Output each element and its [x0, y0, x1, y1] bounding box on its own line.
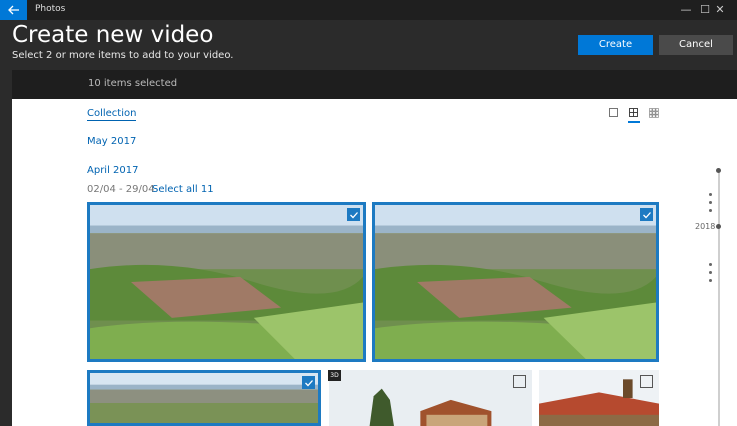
tab-collection[interactable]: Collection — [87, 108, 137, 121]
photo-tile[interactable] — [539, 370, 659, 426]
back-button[interactable] — [0, 0, 27, 20]
timeline-marker — [709, 279, 712, 282]
checkbox-unselected[interactable] — [513, 375, 526, 388]
photo-tile[interactable] — [87, 202, 366, 362]
page-title: Create new video — [12, 22, 214, 48]
timeline-marker — [709, 271, 712, 274]
small-grid-view-icon[interactable] — [649, 108, 659, 118]
photo-tile[interactable] — [87, 370, 321, 426]
close-icon: ✕ — [715, 3, 725, 16]
timeline-marker — [709, 263, 712, 266]
timeline-marker — [709, 209, 712, 212]
checkbox-selected[interactable] — [347, 208, 360, 221]
photo-tile[interactable] — [372, 202, 659, 362]
aerial-town-image — [90, 373, 318, 423]
month-header-may[interactable]: May 2017 — [87, 136, 136, 147]
timeline-year-dot — [716, 224, 721, 229]
checkmark-icon — [350, 212, 358, 219]
select-all-link[interactable]: Select all 11 — [152, 184, 214, 195]
checkmark-icon — [305, 380, 313, 387]
timeline-marker — [709, 201, 712, 204]
page-header: Create new video Select 2 or more items … — [0, 20, 737, 70]
page-subtitle: Select 2 or more items to add to your vi… — [12, 50, 234, 61]
cancel-button[interactable]: Cancel — [659, 35, 733, 55]
active-view-indicator — [628, 121, 640, 123]
checkmark-icon — [643, 212, 651, 219]
selected-count: 10 items selected — [88, 78, 178, 89]
title-bar: Photos — ☐ ✕ — [0, 0, 737, 20]
checkbox-selected[interactable] — [302, 376, 315, 389]
timeline-year-label: 2018 — [695, 222, 716, 231]
date-range: 02/04 - 29/04 — [87, 184, 155, 195]
aerial-town-image — [90, 205, 363, 359]
photo-tile[interactable] — [329, 370, 532, 426]
3d-badge: 3D — [328, 370, 341, 381]
close-button[interactable]: ✕ — [703, 0, 737, 20]
checkbox-unselected[interactable] — [640, 375, 653, 388]
house-with-tree-image — [329, 370, 532, 426]
create-button[interactable]: Create — [578, 35, 653, 55]
selection-bar: 10 items selected — [12, 70, 737, 99]
single-view-icon[interactable] — [609, 108, 619, 118]
month-header-april[interactable]: April 2017 — [87, 165, 138, 176]
arrow-left-icon — [7, 5, 19, 15]
aerial-town-image — [375, 205, 656, 359]
timeline-handle[interactable] — [716, 168, 721, 173]
checkbox-selected[interactable] — [640, 208, 653, 221]
medium-grid-view-icon[interactable] — [629, 108, 639, 118]
app-title: Photos — [35, 4, 66, 14]
timeline-scrubber[interactable] — [718, 170, 720, 426]
timeline-marker — [709, 193, 712, 196]
